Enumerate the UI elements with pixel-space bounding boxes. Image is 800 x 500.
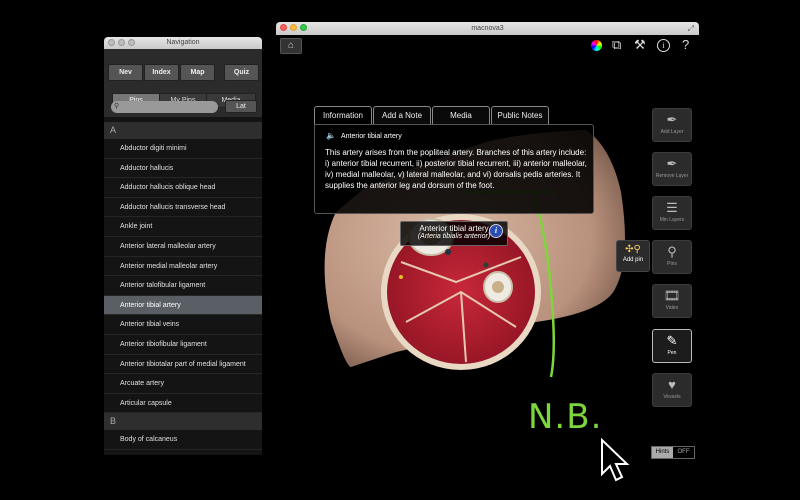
pin-icon: ⚲ [667, 244, 677, 259]
hints-label: Hints [652, 447, 673, 458]
tool-label: Pen [667, 350, 677, 356]
tool-min-layers[interactable]: ☰ Min Layers [652, 196, 692, 230]
handwritten-note: N.B. [528, 397, 603, 437]
list-item[interactable]: Abductor digiti minimi [104, 139, 262, 159]
layers-icon: ☰ [666, 200, 678, 215]
home-button[interactable]: ⌂ [280, 38, 302, 54]
tool-label: Remove Layer [655, 173, 689, 179]
add-pin-label: Add pin [622, 257, 644, 263]
list-item[interactable]: Anterior tibial artery [104, 295, 262, 316]
nav-button[interactable]: Nev [108, 64, 143, 81]
hints-toggle[interactable]: Hints OFF [651, 446, 695, 459]
search-input[interactable] [111, 101, 218, 113]
tool-label: Vessels [663, 394, 681, 400]
pencil-icon: ✎ [666, 333, 678, 348]
minimize-button[interactable] [118, 39, 125, 46]
cursor-icon [601, 438, 630, 482]
list-item[interactable]: Anterior tibiotalar part of medial ligam… [104, 355, 262, 375]
color-wheel-icon[interactable] [591, 40, 602, 51]
pin-icon: ✣⚲ [625, 244, 641, 255]
fibula-marrow [492, 281, 504, 293]
window-controls[interactable] [108, 39, 135, 46]
list-item[interactable]: Anterior lateral malleolar artery [104, 237, 262, 257]
list-item[interactable]: Articular capsule [104, 394, 262, 414]
home-icon: ⌂ [287, 40, 295, 51]
list-item[interactable]: Adductor hallucis transverse head [104, 198, 262, 218]
tab-add-a-note[interactable]: Add a Note [373, 106, 431, 125]
quiz-button[interactable]: Quiz [224, 64, 259, 81]
pin-list: A Abductor digiti minimi Adductor halluci… [104, 122, 262, 450]
lat-button[interactable]: Lat [225, 100, 257, 113]
navigation-title: Navigation [166, 39, 200, 46]
tool-label: Video [665, 305, 679, 311]
tab-public-notes[interactable]: Public Notes [491, 106, 549, 125]
main-window: macnova3 ⤢ ⌂ ⧉ ⚒ i ? Information Add a N… [276, 22, 699, 469]
hints-off-label: OFF [677, 449, 690, 455]
film-icon: 🎞 [663, 288, 681, 303]
close-button[interactable] [108, 39, 115, 46]
speaker-icon[interactable]: 🔈 [326, 131, 336, 140]
tab-media[interactable]: Media [432, 106, 490, 125]
share-icon[interactable]: ⧉ [612, 38, 621, 52]
tool-pins[interactable]: ⚲ Pins [652, 240, 692, 274]
section-header-a: A [104, 122, 262, 139]
add-pin-button[interactable]: ✣⚲ Add pin [616, 240, 650, 272]
list-item[interactable]: Anterior tibial veins [104, 315, 262, 335]
list-item[interactable]: Adductor hallucis oblique head [104, 178, 262, 198]
zoom-button[interactable] [128, 39, 135, 46]
artery-marker [445, 249, 451, 255]
list-item[interactable]: Body of calcaneus [104, 430, 262, 450]
list-item[interactable]: Anterior tibiofibular ligament [104, 335, 262, 355]
help-icon[interactable]: ? [682, 38, 689, 52]
heart-icon: ♥ [668, 377, 676, 392]
info-icon[interactable]: i [657, 39, 670, 52]
tool-label: Add Layer [660, 129, 684, 135]
tool-add-layer[interactable]: ✒ Add Layer [652, 108, 692, 142]
search-icon: ⚲ [114, 103, 120, 110]
tool-remove-layer[interactable]: ✒ Remove Layer [652, 152, 692, 186]
list-item[interactable]: Ankle joint [104, 217, 262, 237]
list-item[interactable]: Anterior talofibular ligament [104, 276, 262, 296]
tab-information[interactable]: Information [314, 106, 372, 125]
vessel-marker [483, 262, 489, 268]
tools-icon[interactable]: ⚒ [634, 38, 646, 52]
info-body: This artery arises from the popliteal ar… [325, 148, 587, 190]
tool-pen[interactable]: ✎ Pen [652, 329, 692, 363]
section-header-b: B [104, 413, 262, 431]
navigation-titlebar[interactable]: Navigation [104, 37, 262, 49]
map-button[interactable]: Map [180, 64, 215, 81]
list-item[interactable]: Arcuate artery [104, 374, 262, 394]
tool-vessels[interactable]: ♥ Vessels [652, 373, 692, 407]
nerve-marker [399, 275, 403, 279]
label-info-icon[interactable]: i [489, 224, 503, 238]
index-button[interactable]: Index [144, 64, 179, 81]
list-item[interactable]: Anterior medial malleolar artery [104, 257, 262, 277]
navigation-window: Navigation Nev Index Map Quiz Pins My Pi… [104, 37, 262, 455]
pen-icon: ✒ [666, 112, 678, 127]
tool-label: Min Layers [659, 217, 685, 223]
info-title: Anterior tibial artery [341, 133, 402, 140]
info-panel: 🔈 Anterior tibial artery This artery ari… [314, 124, 594, 214]
tool-label: Pins [667, 261, 677, 267]
pen-icon: ✒ [666, 156, 678, 171]
list-item[interactable]: Adductor hallucis [104, 159, 262, 179]
tool-video[interactable]: 🎞 Video [652, 284, 692, 318]
